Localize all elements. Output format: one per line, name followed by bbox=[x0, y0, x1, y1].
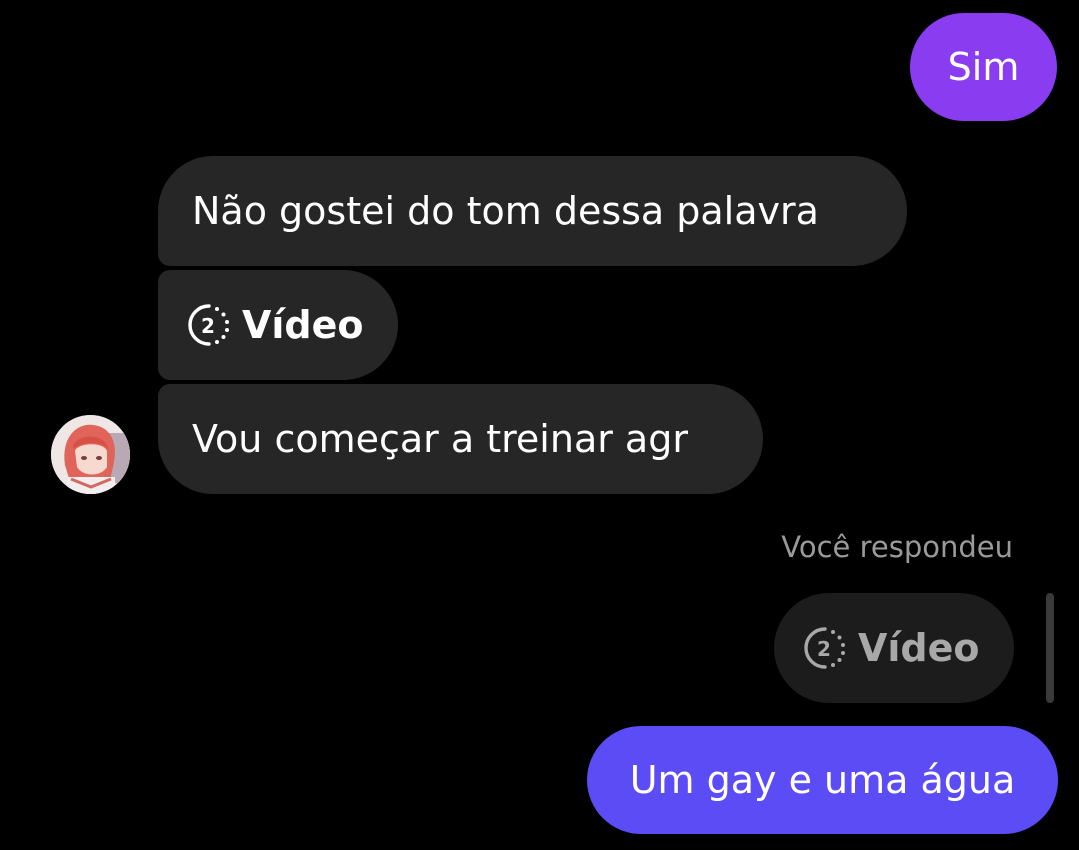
incoming-message-bubble[interactable]: Não gostei do tom dessa palavra bbox=[158, 156, 907, 266]
message-text: Não gostei do tom dessa palavra bbox=[192, 189, 819, 233]
video-label: Vídeo bbox=[242, 303, 364, 347]
view-once-count: 2 bbox=[201, 314, 215, 338]
outgoing-message-bubble[interactable]: Sim bbox=[910, 13, 1057, 121]
view-once-count: 2 bbox=[817, 637, 831, 661]
incoming-message-bubble[interactable]: Vou começar a treinar agr bbox=[158, 384, 763, 494]
contact-avatar[interactable] bbox=[51, 415, 130, 494]
outgoing-message-bubble[interactable]: Um gay e uma água bbox=[587, 726, 1058, 834]
reply-quote-bar bbox=[1046, 593, 1054, 703]
message-text: Sim bbox=[947, 45, 1020, 89]
view-once-icon: 2 bbox=[804, 627, 845, 669]
message-text: Vou começar a treinar agr bbox=[192, 417, 688, 461]
message-text: Um gay e uma água bbox=[629, 758, 1016, 802]
video-label: Vídeo bbox=[858, 626, 980, 670]
anime-girl-avatar-icon bbox=[51, 415, 130, 494]
incoming-video-message[interactable]: 2 Vídeo bbox=[158, 270, 398, 380]
view-once-icon: 2 bbox=[188, 304, 229, 346]
replied-video-message[interactable]: 2 Vídeo bbox=[774, 593, 1014, 703]
chat-thread: Sim Não gostei do tom dessa palavra 2 Ví… bbox=[0, 0, 1079, 850]
reply-indicator-label: Você respondeu bbox=[781, 530, 1013, 564]
